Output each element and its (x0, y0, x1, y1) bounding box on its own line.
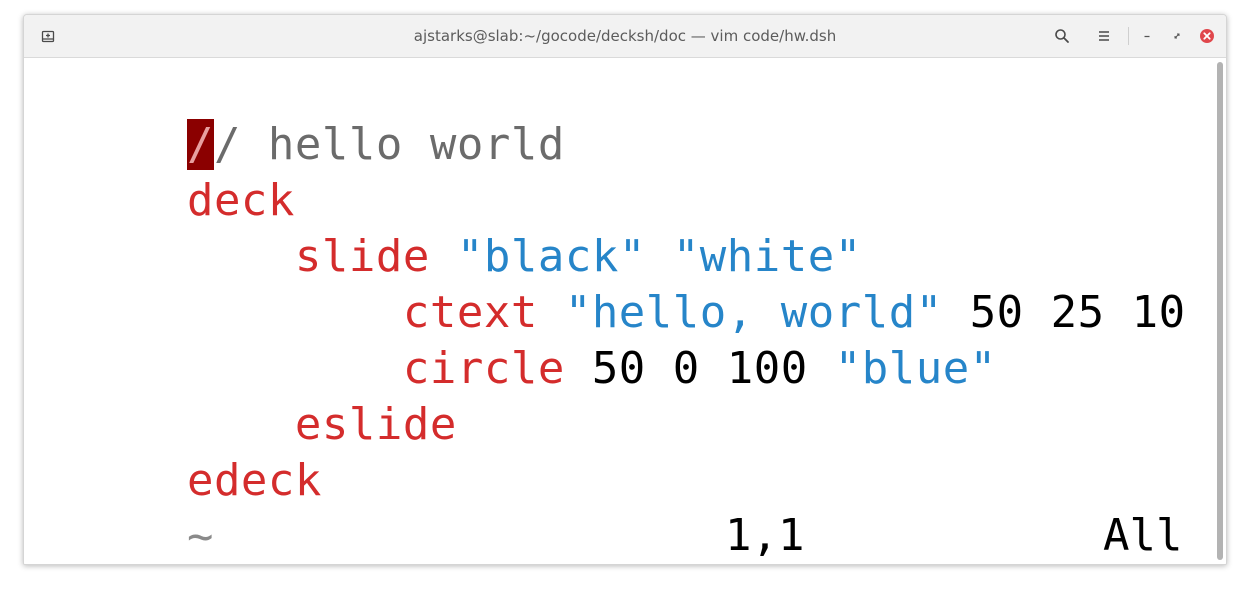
code-line: circle 50 0 100 "blue" (25, 285, 997, 394)
code-token: 50 0 100 (564, 343, 835, 394)
terminal-window: ajstarks@slab:~/gocode/decksh/doc — vim … (23, 14, 1227, 565)
search-icon[interactable] (1052, 26, 1072, 46)
minimize-icon[interactable] (1137, 26, 1157, 46)
hamburger-menu-icon[interactable] (1094, 26, 1114, 46)
code-line: slide "black" "white" (25, 173, 862, 282)
scroll-indicator: All (1103, 510, 1183, 561)
scrollbar-thumb[interactable] (1217, 62, 1223, 560)
code-line: edeck (25, 397, 322, 506)
cursor-position: 1,1 (725, 510, 805, 561)
window-title: ajstarks@slab:~/gocode/decksh/doc — vim … (413, 27, 837, 45)
maximize-icon[interactable] (1167, 26, 1187, 46)
code-token: "blue" (834, 343, 997, 394)
vim-editor[interactable]: // hello world deck slide "black" "white… (24, 58, 1214, 564)
titlebar-separator (1128, 27, 1129, 45)
scrollbar[interactable] (1215, 58, 1226, 564)
titlebar[interactable]: ajstarks@slab:~/gocode/decksh/doc — vim … (24, 15, 1226, 58)
close-icon[interactable] (1197, 26, 1217, 46)
code-line: // hello world (25, 61, 565, 170)
tilde-marker: ~ (186, 511, 214, 562)
code-line: eslide (25, 341, 457, 450)
empty-line-marker: ~ (25, 453, 214, 562)
code-line: ctext "hello, world" 50 25 10 (25, 229, 1186, 338)
code-line: deck (25, 117, 295, 226)
